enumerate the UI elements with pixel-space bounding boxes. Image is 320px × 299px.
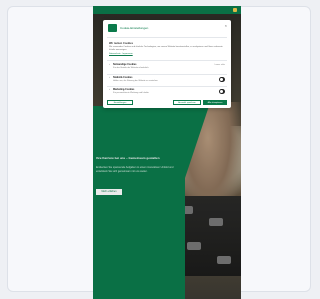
category-label: Notwendige Cookies <box>113 63 137 66</box>
marketing-toggle[interactable] <box>219 89 225 94</box>
dialog-links[interactable]: Datenschutz · Impressum <box>109 53 133 55</box>
accept-all-button[interactable]: Alle akzeptieren <box>203 100 227 105</box>
chevron-right-icon: › <box>109 88 110 91</box>
mobile-page: Ihre Karriere bei uns – Gemeinsam gestal… <box>93 6 241 299</box>
category-desc: Für den Betrieb der Website erforderlich… <box>113 67 150 69</box>
dialog-title: Cookie-Einstellungen <box>120 26 149 30</box>
cookie-category-statistics[interactable]: › Statistik-Cookies Helfen uns, die Nutz… <box>109 76 227 86</box>
statistics-toggle[interactable] <box>219 77 225 82</box>
divider <box>107 37 227 38</box>
category-label: Marketing-Cookies <box>113 88 135 91</box>
close-icon[interactable]: × <box>225 24 227 28</box>
category-label: Statistik-Cookies <box>113 76 133 79</box>
always-active-label: Immer aktiv <box>214 64 225 66</box>
divider <box>107 86 227 87</box>
cookie-category-marketing[interactable]: › Marketing-Cookies Für personalisierte … <box>109 88 227 98</box>
brand-logo-icon <box>108 24 117 32</box>
settings-button[interactable]: Einstellungen <box>107 100 133 105</box>
chevron-right-icon: › <box>109 63 110 66</box>
category-desc: Für personalisierte Werbung und Inhalte. <box>113 92 150 94</box>
save-selection-button[interactable]: Auswahl speichern <box>173 100 201 105</box>
divider <box>107 74 227 75</box>
dialog-text: Wir verwenden Cookies und ähnliche Techn… <box>109 46 223 51</box>
chevron-right-icon: › <box>109 76 110 79</box>
category-desc: Helfen uns, die Nutzung der Website zu v… <box>113 80 159 82</box>
cookie-dialog: Cookie-Einstellungen × Wir nutzen Cookie… <box>103 20 231 108</box>
dialog-heading: Wir nutzen Cookies <box>109 42 134 45</box>
divider <box>107 60 227 61</box>
cookie-category-necessary[interactable]: › Notwendige Cookies Für den Betrieb der… <box>109 63 227 73</box>
